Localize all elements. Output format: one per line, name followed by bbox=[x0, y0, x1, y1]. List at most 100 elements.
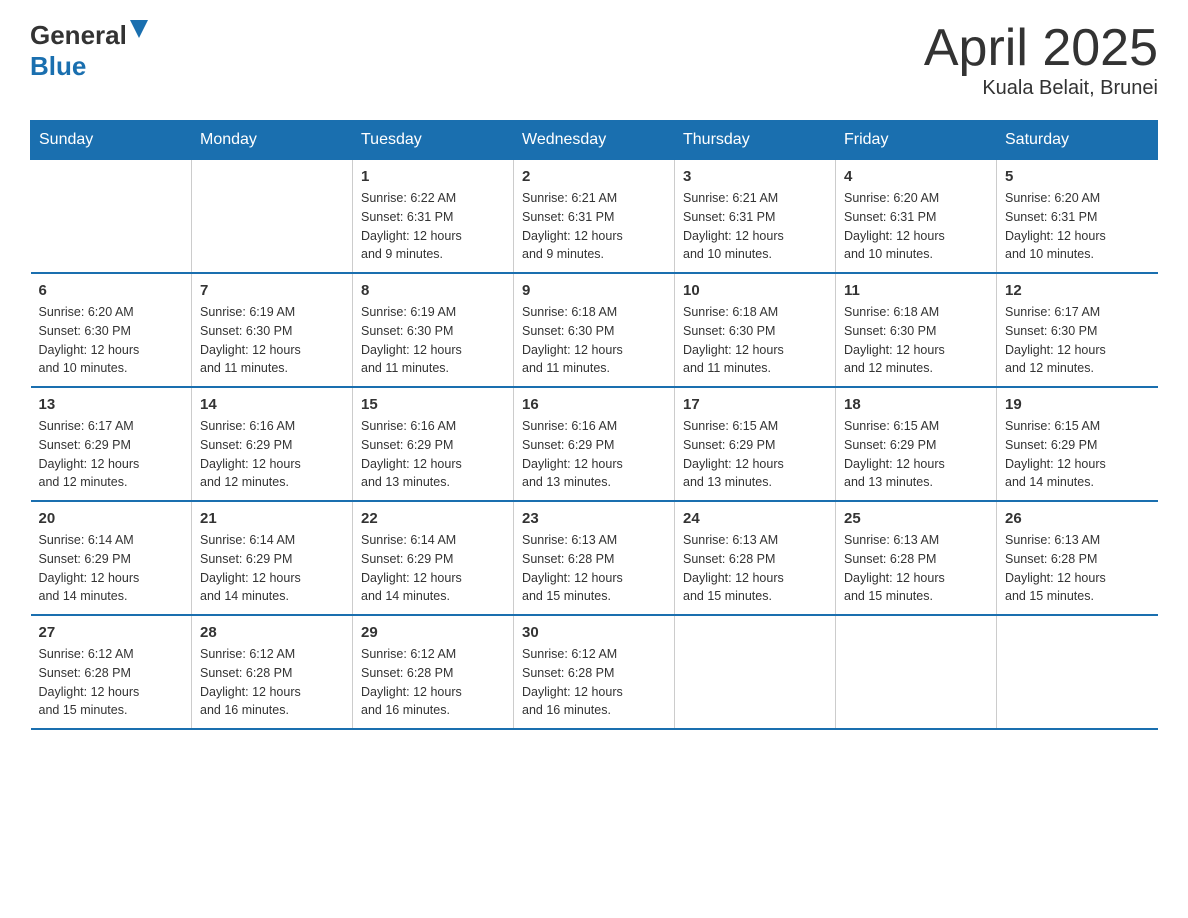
calendar-cell: 20 Sunrise: 6:14 AM Sunset: 6:29 PM Dayli… bbox=[31, 501, 192, 615]
calendar-subtitle: Kuala Belait, Brunei bbox=[924, 77, 1158, 100]
day-info: Sunrise: 6:15 AM Sunset: 6:29 PM Dayligh… bbox=[1005, 417, 1150, 492]
day-info: Sunrise: 6:21 AM Sunset: 6:31 PM Dayligh… bbox=[683, 189, 827, 264]
day-number: 29 bbox=[361, 624, 505, 641]
calendar-week-5: 27 Sunrise: 6:12 AM Sunset: 6:28 PM Dayli… bbox=[31, 615, 1158, 729]
header-cell-thursday: Thursday bbox=[675, 121, 836, 160]
day-number: 22 bbox=[361, 510, 505, 527]
calendar-cell: 16Sunrise: 6:16 AM Sunset: 6:29 PM Dayli… bbox=[514, 387, 675, 501]
calendar-cell: 24 Sunrise: 6:13 AM Sunset: 6:28 PM Dayli… bbox=[675, 501, 836, 615]
day-number: 11 bbox=[844, 282, 988, 299]
day-number: 7 bbox=[200, 282, 344, 299]
day-number: 3 bbox=[683, 168, 827, 185]
calendar-body: 1Sunrise: 6:22 AM Sunset: 6:31 PM Daylig… bbox=[31, 160, 1158, 730]
calendar-cell: 8 Sunrise: 6:19 AM Sunset: 6:30 PM Daylig… bbox=[353, 273, 514, 387]
day-info: Sunrise: 6:22 AM Sunset: 6:31 PM Dayligh… bbox=[361, 189, 505, 264]
calendar-cell: 4 Sunrise: 6:20 AM Sunset: 6:31 PM Daylig… bbox=[836, 160, 997, 274]
day-number: 8 bbox=[361, 282, 505, 299]
day-info: Sunrise: 6:14 AM Sunset: 6:29 PM Dayligh… bbox=[361, 531, 505, 606]
day-number: 26 bbox=[1005, 510, 1150, 527]
calendar-header: SundayMondayTuesdayWednesdayThursdayFrid… bbox=[31, 121, 1158, 160]
day-number: 25 bbox=[844, 510, 988, 527]
day-info: Sunrise: 6:13 AM Sunset: 6:28 PM Dayligh… bbox=[683, 531, 827, 606]
day-number: 5 bbox=[1005, 168, 1150, 185]
calendar-cell: 6 Sunrise: 6:20 AM Sunset: 6:30 PM Daylig… bbox=[31, 273, 192, 387]
header-cell-monday: Monday bbox=[192, 121, 353, 160]
calendar-cell: 1Sunrise: 6:22 AM Sunset: 6:31 PM Daylig… bbox=[353, 160, 514, 274]
calendar-cell: 28 Sunrise: 6:12 AM Sunset: 6:28 PM Dayli… bbox=[192, 615, 353, 729]
logo-blue-text: Blue bbox=[30, 51, 86, 81]
day-number: 30 bbox=[522, 624, 666, 641]
day-info: Sunrise: 6:15 AM Sunset: 6:29 PM Dayligh… bbox=[844, 417, 988, 492]
day-number: 27 bbox=[39, 624, 184, 641]
day-number: 21 bbox=[200, 510, 344, 527]
calendar-cell: 13 Sunrise: 6:17 AM Sunset: 6:29 PM Dayli… bbox=[31, 387, 192, 501]
day-number: 16 bbox=[522, 396, 666, 413]
day-number: 4 bbox=[844, 168, 988, 185]
header-cell-wednesday: Wednesday bbox=[514, 121, 675, 160]
day-info: Sunrise: 6:20 AM Sunset: 6:30 PM Dayligh… bbox=[39, 303, 184, 378]
header-cell-tuesday: Tuesday bbox=[353, 121, 514, 160]
calendar-cell: 2Sunrise: 6:21 AM Sunset: 6:31 PM Daylig… bbox=[514, 160, 675, 274]
day-number: 2 bbox=[522, 168, 666, 185]
day-info: Sunrise: 6:14 AM Sunset: 6:29 PM Dayligh… bbox=[200, 531, 344, 606]
day-info: Sunrise: 6:19 AM Sunset: 6:30 PM Dayligh… bbox=[200, 303, 344, 378]
day-number: 20 bbox=[39, 510, 184, 527]
day-info: Sunrise: 6:20 AM Sunset: 6:31 PM Dayligh… bbox=[844, 189, 988, 264]
day-info: Sunrise: 6:13 AM Sunset: 6:28 PM Dayligh… bbox=[1005, 531, 1150, 606]
day-number: 23 bbox=[522, 510, 666, 527]
calendar-cell: 12Sunrise: 6:17 AM Sunset: 6:30 PM Dayli… bbox=[997, 273, 1158, 387]
header-cell-sunday: Sunday bbox=[31, 121, 192, 160]
calendar-cell: 14Sunrise: 6:16 AM Sunset: 6:29 PM Dayli… bbox=[192, 387, 353, 501]
title-section: April 2025 Kuala Belait, Brunei bbox=[924, 20, 1158, 100]
day-number: 24 bbox=[683, 510, 827, 527]
calendar-cell: 30 Sunrise: 6:12 AM Sunset: 6:28 PM Dayli… bbox=[514, 615, 675, 729]
calendar-week-3: 13 Sunrise: 6:17 AM Sunset: 6:29 PM Dayli… bbox=[31, 387, 1158, 501]
day-info: Sunrise: 6:12 AM Sunset: 6:28 PM Dayligh… bbox=[361, 645, 505, 720]
day-number: 28 bbox=[200, 624, 344, 641]
calendar-cell: 15Sunrise: 6:16 AM Sunset: 6:29 PM Dayli… bbox=[353, 387, 514, 501]
calendar-cell: 19 Sunrise: 6:15 AM Sunset: 6:29 PM Dayli… bbox=[997, 387, 1158, 501]
logo: General Blue bbox=[30, 20, 148, 82]
header-row: SundayMondayTuesdayWednesdayThursdayFrid… bbox=[31, 121, 1158, 160]
day-number: 13 bbox=[39, 396, 184, 413]
logo-general-text: General bbox=[30, 20, 127, 51]
day-number: 6 bbox=[39, 282, 184, 299]
day-info: Sunrise: 6:12 AM Sunset: 6:28 PM Dayligh… bbox=[200, 645, 344, 720]
logo-triangle-icon bbox=[130, 20, 148, 43]
day-number: 12 bbox=[1005, 282, 1150, 299]
calendar-cell: 27 Sunrise: 6:12 AM Sunset: 6:28 PM Dayli… bbox=[31, 615, 192, 729]
day-number: 17 bbox=[683, 396, 827, 413]
day-info: Sunrise: 6:19 AM Sunset: 6:30 PM Dayligh… bbox=[361, 303, 505, 378]
calendar-title: April 2025 bbox=[924, 20, 1158, 77]
day-info: Sunrise: 6:14 AM Sunset: 6:29 PM Dayligh… bbox=[39, 531, 184, 606]
calendar-cell: 26 Sunrise: 6:13 AM Sunset: 6:28 PM Dayli… bbox=[997, 501, 1158, 615]
day-info: Sunrise: 6:12 AM Sunset: 6:28 PM Dayligh… bbox=[522, 645, 666, 720]
calendar-cell bbox=[675, 615, 836, 729]
calendar-cell: 17Sunrise: 6:15 AM Sunset: 6:29 PM Dayli… bbox=[675, 387, 836, 501]
page-header: General Blue April 2025 Kuala Belait, Br… bbox=[30, 20, 1158, 100]
calendar-cell bbox=[836, 615, 997, 729]
calendar-cell bbox=[192, 160, 353, 274]
day-info: Sunrise: 6:20 AM Sunset: 6:31 PM Dayligh… bbox=[1005, 189, 1150, 264]
day-number: 14 bbox=[200, 396, 344, 413]
calendar-week-1: 1Sunrise: 6:22 AM Sunset: 6:31 PM Daylig… bbox=[31, 160, 1158, 274]
calendar-cell: 3 Sunrise: 6:21 AM Sunset: 6:31 PM Daylig… bbox=[675, 160, 836, 274]
day-number: 19 bbox=[1005, 396, 1150, 413]
calendar-cell: 9Sunrise: 6:18 AM Sunset: 6:30 PM Daylig… bbox=[514, 273, 675, 387]
calendar-cell: 25Sunrise: 6:13 AM Sunset: 6:28 PM Dayli… bbox=[836, 501, 997, 615]
calendar-cell: 22 Sunrise: 6:14 AM Sunset: 6:29 PM Dayli… bbox=[353, 501, 514, 615]
calendar-cell: 18 Sunrise: 6:15 AM Sunset: 6:29 PM Dayli… bbox=[836, 387, 997, 501]
day-info: Sunrise: 6:17 AM Sunset: 6:29 PM Dayligh… bbox=[39, 417, 184, 492]
day-info: Sunrise: 6:18 AM Sunset: 6:30 PM Dayligh… bbox=[683, 303, 827, 378]
day-number: 18 bbox=[844, 396, 988, 413]
day-info: Sunrise: 6:16 AM Sunset: 6:29 PM Dayligh… bbox=[361, 417, 505, 492]
day-info: Sunrise: 6:18 AM Sunset: 6:30 PM Dayligh… bbox=[522, 303, 666, 378]
day-info: Sunrise: 6:12 AM Sunset: 6:28 PM Dayligh… bbox=[39, 645, 184, 720]
header-cell-saturday: Saturday bbox=[997, 121, 1158, 160]
day-info: Sunrise: 6:13 AM Sunset: 6:28 PM Dayligh… bbox=[522, 531, 666, 606]
calendar-cell: 29 Sunrise: 6:12 AM Sunset: 6:28 PM Dayli… bbox=[353, 615, 514, 729]
calendar-cell: 7 Sunrise: 6:19 AM Sunset: 6:30 PM Daylig… bbox=[192, 273, 353, 387]
calendar-cell bbox=[997, 615, 1158, 729]
calendar-week-4: 20 Sunrise: 6:14 AM Sunset: 6:29 PM Dayli… bbox=[31, 501, 1158, 615]
calendar-cell: 10Sunrise: 6:18 AM Sunset: 6:30 PM Dayli… bbox=[675, 273, 836, 387]
